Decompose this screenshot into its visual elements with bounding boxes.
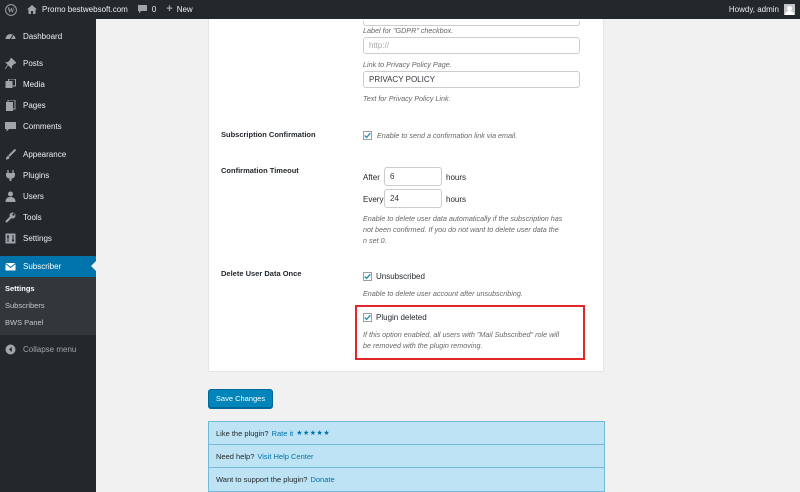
sidebar-item-label: Users bbox=[23, 192, 44, 201]
help-text: Need help? bbox=[216, 451, 255, 461]
after-label: After bbox=[363, 173, 380, 182]
avatar bbox=[784, 4, 795, 15]
confirmation-timeout-description-3: n set 0. bbox=[363, 236, 387, 245]
sidebar-item-label: Posts bbox=[23, 59, 44, 68]
pin-icon bbox=[4, 58, 16, 70]
sidebar-item-subscriber[interactable]: Subscriber bbox=[0, 256, 96, 277]
subscriber-submenu: Settings Subscribers BWS Panel bbox=[0, 277, 96, 335]
confirmation-timeout-label: Confirmation Timeout bbox=[221, 166, 299, 175]
rate-it-link[interactable]: Rate it bbox=[272, 429, 294, 438]
unsubscribed-description: Enable to delete user account after unsu… bbox=[363, 289, 523, 298]
sidebar-item-tools[interactable]: Tools bbox=[0, 207, 96, 228]
sidebar-item-label: Pages bbox=[23, 101, 46, 110]
privacy-policy-text-description: Text for Privacy Policy Link. bbox=[363, 94, 451, 103]
sidebar-item-settings[interactable]: Settings bbox=[0, 228, 96, 249]
admin-bar: W Promo bestwebsoft.com 0 + New Howdy, a… bbox=[0, 0, 800, 19]
help-center-link[interactable]: Visit Help Center bbox=[257, 452, 313, 461]
checkmark-icon bbox=[364, 273, 371, 280]
admin-sidebar: Dashboard Posts Media Pages Comments App… bbox=[0, 19, 96, 492]
submenu-item-subscribers[interactable]: Subscribers bbox=[0, 297, 96, 314]
save-changes-button[interactable]: Save Changes bbox=[208, 389, 273, 408]
donate-text: Want to support the plugin? bbox=[216, 475, 308, 484]
comments-count: 0 bbox=[151, 5, 157, 14]
subscription-confirmation-checkbox[interactable] bbox=[363, 131, 372, 140]
sidebar-item-label: Settings bbox=[23, 234, 52, 243]
dashboard-icon bbox=[4, 31, 16, 43]
sidebar-item-plugins[interactable]: Plugins bbox=[0, 165, 96, 186]
plus-icon: + bbox=[166, 3, 173, 15]
unsubscribed-checkbox[interactable] bbox=[363, 272, 372, 281]
sidebar-item-appearance[interactable]: Appearance bbox=[0, 144, 96, 165]
confirmation-timeout-description-1: Enable to delete user data automatically… bbox=[363, 214, 563, 223]
donate-link[interactable]: Donate bbox=[310, 475, 334, 484]
svg-text:W: W bbox=[7, 6, 15, 14]
comment-bubble-icon bbox=[137, 5, 147, 14]
new-label: New bbox=[176, 5, 193, 14]
sidebar-item-pages[interactable]: Pages bbox=[0, 95, 96, 116]
privacy-policy-text-input[interactable]: PRIVACY POLICY bbox=[363, 71, 580, 88]
site-name-link[interactable]: Promo bestwebsoft.com bbox=[22, 0, 133, 19]
collapse-arrow-icon bbox=[4, 344, 16, 356]
delete-user-data-label: Delete User Data Once bbox=[221, 269, 302, 278]
settings-icon bbox=[4, 233, 16, 245]
after-hours-input[interactable]: 6 bbox=[384, 167, 442, 186]
site-name: Promo bestwebsoft.com bbox=[42, 5, 128, 14]
sidebar-item-label: Dashboard bbox=[23, 32, 63, 41]
users-icon bbox=[4, 191, 16, 203]
privacy-policy-url-description: Link to Privacy Policy Page. bbox=[363, 60, 452, 69]
sidebar-item-label: Comments bbox=[23, 122, 62, 131]
sidebar-item-label: Plugins bbox=[23, 171, 50, 180]
pages-icon bbox=[4, 100, 16, 112]
submenu-item-settings[interactable]: Settings bbox=[0, 280, 96, 297]
comment-icon bbox=[4, 121, 16, 133]
checkmark-icon bbox=[364, 132, 371, 139]
subscription-confirmation-label: Subscription Confirmation bbox=[221, 130, 316, 139]
plugin-info-box: Like the plugin? Rate it ★★★★★ Need help… bbox=[208, 421, 605, 492]
howdy-text: Howdy, admin bbox=[728, 5, 779, 14]
plugin-icon bbox=[4, 170, 16, 182]
home-icon bbox=[27, 5, 37, 14]
collapse-menu-button[interactable]: Collapse menu bbox=[0, 339, 96, 360]
rate-plugin-row: Like the plugin? Rate it ★★★★★ bbox=[209, 422, 604, 445]
gdpr-label-description: Label for "GDPR" checkbox. bbox=[363, 26, 454, 35]
sidebar-item-media[interactable]: Media bbox=[0, 74, 96, 95]
gdpr-label-input-bottom[interactable] bbox=[363, 21, 580, 26]
subscription-confirmation-description: Enable to send a confirmation link via e… bbox=[377, 131, 518, 140]
every-unit-label: hours bbox=[446, 195, 467, 204]
media-icon bbox=[4, 79, 16, 91]
comments-link[interactable]: 0 bbox=[133, 0, 161, 19]
sidebar-item-users[interactable]: Users bbox=[0, 186, 96, 207]
wordpress-logo-icon[interactable]: W bbox=[0, 0, 22, 19]
envelope-icon bbox=[4, 261, 16, 273]
sidebar-item-label: Subscriber bbox=[23, 262, 62, 271]
unsubscribed-label: Unsubscribed bbox=[376, 272, 425, 281]
sidebar-item-dashboard[interactable]: Dashboard bbox=[0, 26, 96, 47]
submenu-item-bws-panel[interactable]: BWS Panel bbox=[0, 314, 96, 331]
donate-row: Want to support the plugin? Donate bbox=[209, 468, 604, 491]
sidebar-item-label: Media bbox=[23, 80, 45, 89]
help-row: Need help? Visit Help Center bbox=[209, 445, 604, 468]
brush-icon bbox=[4, 149, 16, 161]
privacy-policy-url-input[interactable]: http:// bbox=[363, 37, 580, 54]
sidebar-item-comments[interactable]: Comments bbox=[0, 116, 96, 137]
sidebar-item-label: Appearance bbox=[23, 150, 67, 159]
new-content-link[interactable]: + New bbox=[161, 0, 197, 19]
wrench-icon bbox=[4, 212, 16, 224]
collapse-menu-label: Collapse menu bbox=[23, 345, 77, 354]
rate-plugin-text: Like the plugin? bbox=[216, 428, 269, 438]
after-unit-label: hours bbox=[446, 173, 467, 182]
my-account-link[interactable]: Howdy, admin bbox=[724, 0, 800, 19]
confirmation-timeout-description-2: not been confirmed. If you do not want t… bbox=[363, 225, 559, 234]
rating-stars-icon[interactable]: ★★★★★ bbox=[296, 429, 330, 437]
sidebar-item-posts[interactable]: Posts bbox=[0, 53, 96, 74]
sidebar-item-label: Tools bbox=[23, 213, 42, 222]
every-label: Every bbox=[363, 195, 384, 204]
highlight-annotation-box bbox=[355, 305, 585, 360]
every-hours-input[interactable]: 24 bbox=[384, 189, 442, 208]
